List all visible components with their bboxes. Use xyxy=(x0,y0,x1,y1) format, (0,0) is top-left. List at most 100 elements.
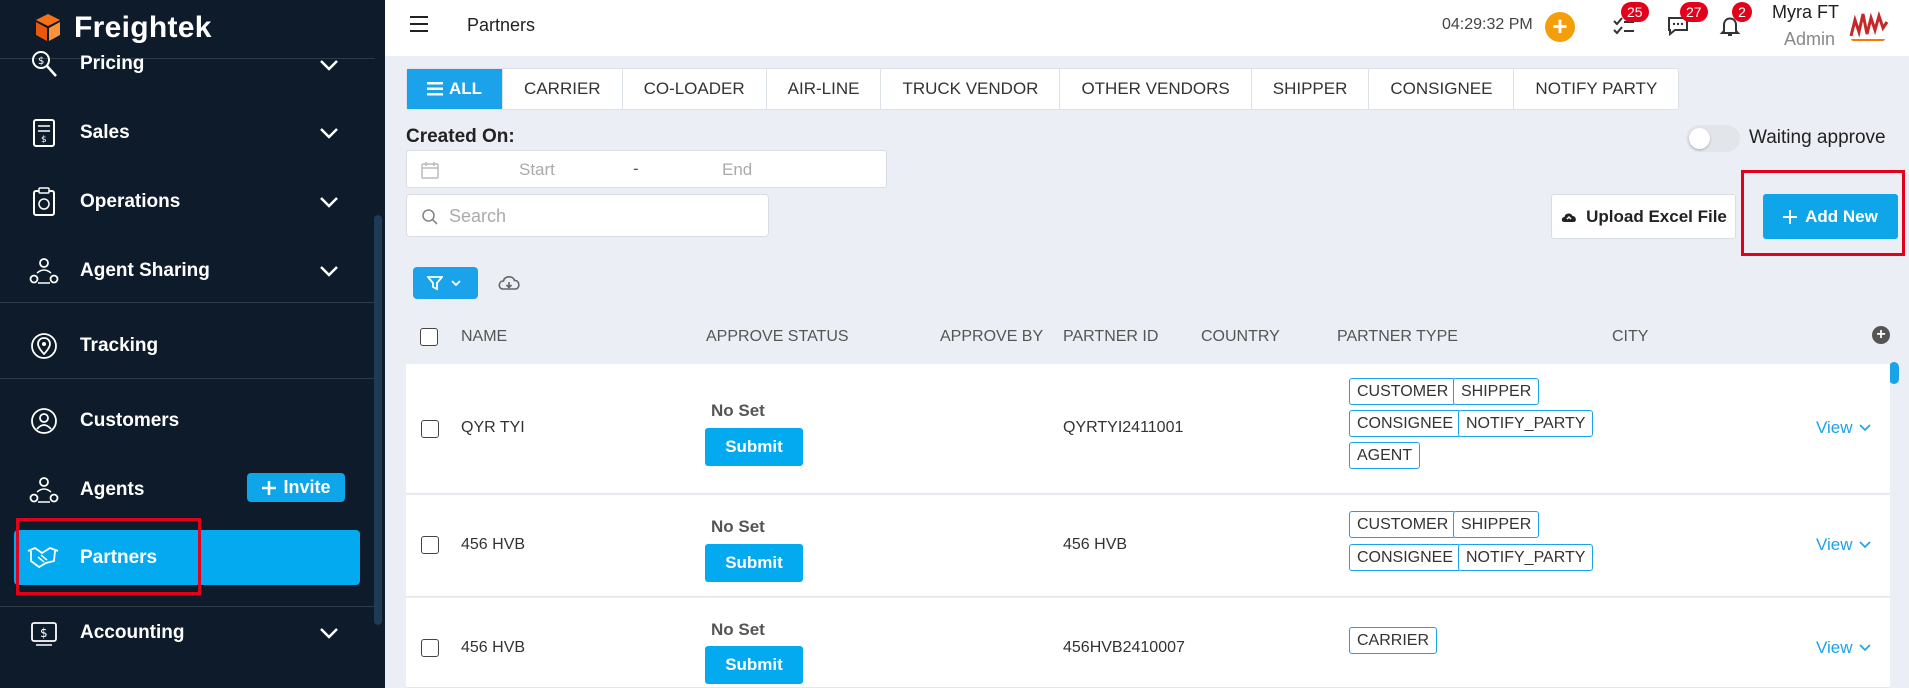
view-button[interactable]: View xyxy=(1816,535,1871,555)
highlight-box-partners xyxy=(16,518,201,595)
column-header-country[interactable]: COUNTRY xyxy=(1201,328,1280,346)
brand-logo[interactable]: Freightek xyxy=(30,8,212,48)
tab-shipper[interactable]: SHIPPER xyxy=(1252,69,1370,109)
partner-id: 456 HVB xyxy=(1063,536,1128,553)
tab-co-loader[interactable]: CO-LOADER xyxy=(623,69,767,109)
row-checkbox[interactable] xyxy=(421,420,439,438)
column-header-approve-by[interactable]: APPROVE BY xyxy=(940,328,1043,346)
table-row[interactable]: 456 HVB No Set Submit 456HVB2410007 CARR… xyxy=(406,598,1890,688)
sidebar-scrollbar[interactable] xyxy=(374,215,382,625)
svg-text:$: $ xyxy=(41,135,47,145)
row-checkbox[interactable] xyxy=(421,639,439,657)
filter-icon xyxy=(427,276,443,291)
column-header-partner-id[interactable]: PARTNER ID xyxy=(1063,328,1158,346)
tab-all[interactable]: ALL xyxy=(407,69,504,109)
search-placeholder: Search xyxy=(449,206,507,226)
chevron-down-icon xyxy=(1858,541,1871,549)
invite-button[interactable]: Invite xyxy=(247,473,345,502)
table-row[interactable]: 456 HVB No Set Submit 456 HVB CUSTOMER S… xyxy=(406,495,1890,597)
submit-button[interactable]: Submit xyxy=(705,544,803,582)
sidebar-divider xyxy=(0,606,374,607)
tab-notify-party[interactable]: NOTIFY PARTY xyxy=(1514,69,1678,109)
column-header-city[interactable]: CITY xyxy=(1612,328,1648,346)
created-on-label: Created On: xyxy=(406,126,515,147)
brand-name: Freightek xyxy=(74,11,212,44)
column-header-approve-status[interactable]: APPROVE STATUS xyxy=(706,328,849,346)
tab-truck-vendor[interactable]: TRUCK VENDOR xyxy=(881,69,1061,109)
view-button[interactable]: View xyxy=(1816,418,1871,438)
partner-type-tag: SHIPPER xyxy=(1453,378,1540,405)
tab-carrier[interactable]: CARRIER xyxy=(503,69,623,109)
toggle-knob xyxy=(1689,128,1710,149)
view-label: View xyxy=(1816,418,1853,437)
invoice-icon: $ xyxy=(33,119,55,147)
chevron-down-icon[interactable] xyxy=(318,626,340,640)
avatar[interactable] xyxy=(1847,6,1889,48)
sidebar: Freightek $ Pricing $ Sales Operations A… xyxy=(0,0,385,688)
tab-air-line[interactable]: AIR-LINE xyxy=(767,69,882,109)
table-row[interactable]: QYR TYI No Set Submit QYRTYI2411001 CUST… xyxy=(406,364,1890,494)
submit-button[interactable]: Submit xyxy=(705,646,803,684)
pricing-icon: $ xyxy=(32,51,57,77)
table-scrollbar[interactable] xyxy=(1889,362,1899,384)
partner-type-tag: CONSIGNEE xyxy=(1349,544,1462,571)
approve-status: No Set xyxy=(711,620,765,639)
waiting-approve-toggle[interactable] xyxy=(1686,125,1740,152)
partner-name: 456 HVB xyxy=(461,536,526,553)
sidebar-divider xyxy=(0,302,374,303)
user-name[interactable]: Myra FT xyxy=(1772,2,1839,23)
highlight-box-add-new xyxy=(1741,170,1905,256)
menu-icon[interactable] xyxy=(410,16,428,32)
tab-other-vendors[interactable]: OTHER VENDORS xyxy=(1060,69,1252,109)
partner-id: 456HVB2410007 xyxy=(1063,639,1185,656)
waiting-approve-label: Waiting approve xyxy=(1749,127,1886,148)
partner-name: QYR TYI xyxy=(461,419,525,436)
sidebar-item-pricing[interactable]: $ Pricing xyxy=(0,48,374,80)
chevron-down-icon[interactable] xyxy=(318,195,340,209)
add-column-button[interactable]: + xyxy=(1872,326,1890,344)
sidebar-item-customers[interactable]: Customers xyxy=(0,403,374,439)
sidebar-item-operations[interactable]: Operations xyxy=(0,184,374,220)
svg-text:$: $ xyxy=(40,626,48,640)
column-header-partner-type[interactable]: PARTNER TYPE xyxy=(1337,328,1458,346)
sidebar-item-tracking[interactable]: Tracking xyxy=(0,328,374,364)
view-label: View xyxy=(1816,638,1853,657)
list-icon xyxy=(427,82,443,96)
partner-type-tag: CUSTOMER xyxy=(1349,511,1457,538)
partner-type-tag: CARRIER xyxy=(1349,627,1438,654)
upload-label: Upload Excel File xyxy=(1586,206,1727,226)
chevron-down-icon[interactable] xyxy=(318,264,340,278)
tab-consignee[interactable]: CONSIGNEE xyxy=(1369,69,1515,109)
sidebar-item-label: Tracking xyxy=(80,335,159,356)
plus-icon xyxy=(262,480,277,495)
sidebar-item-sales[interactable]: $ Sales xyxy=(0,115,374,151)
column-header-name[interactable]: NAME xyxy=(461,328,507,346)
date-range-picker[interactable]: Start - End xyxy=(406,150,887,188)
sidebar-item-label: Agent Sharing xyxy=(80,260,210,281)
select-all-checkbox[interactable] xyxy=(420,328,438,346)
search-input[interactable]: Search xyxy=(406,194,769,237)
date-start-input[interactable]: Start xyxy=(519,160,555,180)
tasks-badge: 25 xyxy=(1621,2,1649,22)
row-checkbox[interactable] xyxy=(421,536,439,554)
submit-button[interactable]: Submit xyxy=(705,428,803,466)
sidebar-item-agent-sharing[interactable]: Agent Sharing xyxy=(0,253,374,289)
partner-name: 456 HVB xyxy=(461,639,526,656)
invite-label: Invite xyxy=(283,477,331,497)
view-button[interactable]: View xyxy=(1816,638,1871,658)
cloud-download-icon[interactable] xyxy=(497,272,521,294)
clipboard-icon xyxy=(33,187,55,216)
approve-status: No Set xyxy=(711,517,765,536)
chevron-down-icon[interactable] xyxy=(318,58,340,72)
partner-type-tag: NOTIFY_PARTY xyxy=(1458,544,1594,571)
date-end-input[interactable]: End xyxy=(722,160,752,180)
approve-status: No Set xyxy=(711,401,765,420)
quick-add-button[interactable]: + xyxy=(1545,12,1575,42)
sidebar-divider xyxy=(0,378,374,379)
money-icon: $ xyxy=(31,622,57,646)
tab-label: ALL xyxy=(449,79,483,98)
filter-button[interactable] xyxy=(413,267,478,299)
upload-excel-button[interactable]: Upload Excel File xyxy=(1551,194,1736,239)
sidebar-item-accounting[interactable]: $ Accounting xyxy=(0,615,374,651)
chevron-down-icon[interactable] xyxy=(318,126,340,140)
